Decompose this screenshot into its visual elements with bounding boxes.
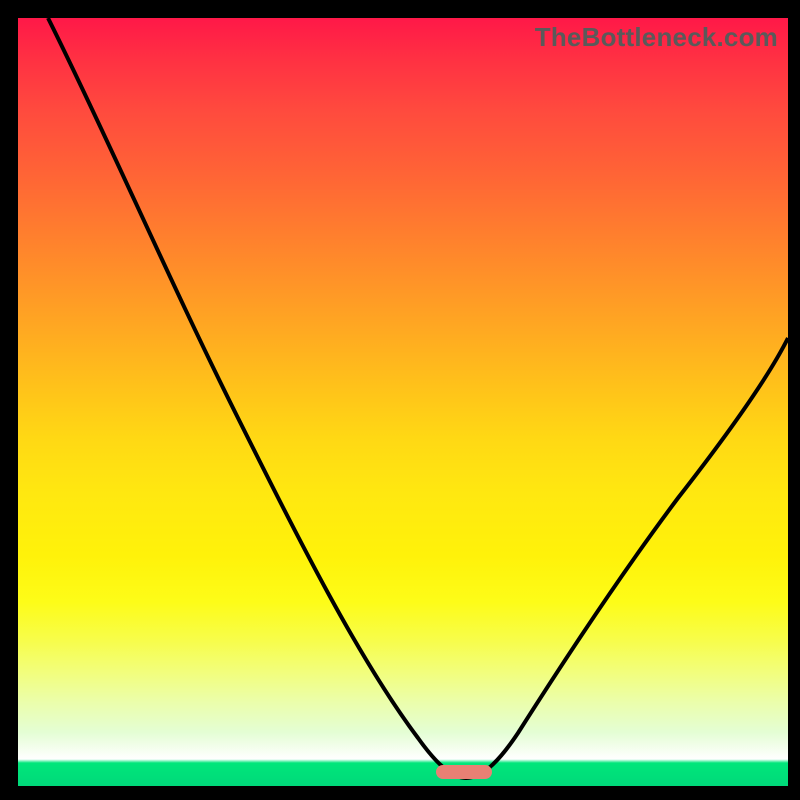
curve-svg: [18, 18, 788, 786]
bottleneck-curve-path: [48, 18, 788, 778]
plot-area: TheBottleneck.com: [18, 18, 788, 786]
watermark-text: TheBottleneck.com: [535, 22, 778, 53]
bottleneck-chart: TheBottleneck.com: [0, 0, 800, 800]
optimal-marker: [436, 765, 492, 779]
